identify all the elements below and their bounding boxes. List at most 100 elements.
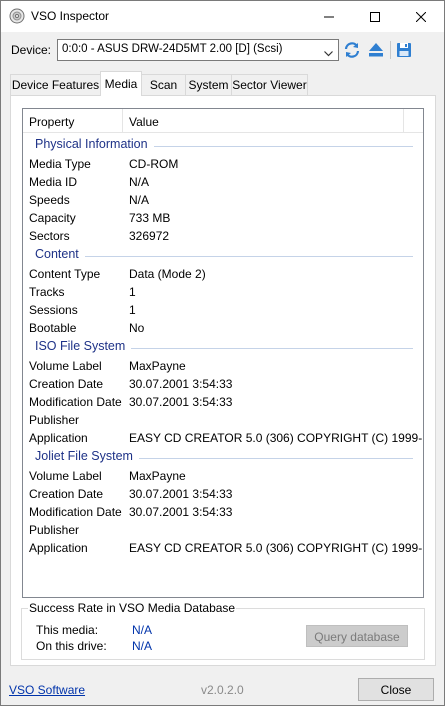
save-icon: [397, 43, 411, 57]
list-header: Property Value: [23, 109, 423, 133]
query-database-button[interactable]: Query database: [306, 625, 408, 647]
column-header-label: Property: [29, 115, 75, 129]
app-window: VSO Inspector Device: 0:0:0 - ASUS DRW-2…: [0, 0, 445, 706]
property-name: Sessions: [29, 303, 78, 317]
property-name: Speeds: [29, 193, 70, 207]
property-name: Media Type: [29, 157, 91, 171]
column-header-label: Value: [129, 115, 159, 129]
list-item[interactable]: Volume Label MaxPayne: [23, 357, 423, 375]
property-name: Content Type: [29, 267, 101, 281]
eject-icon: [369, 43, 383, 57]
save-button[interactable]: [393, 39, 415, 61]
property-name: Modification Date: [29, 505, 122, 519]
group-header[interactable]: Joliet File System: [23, 447, 423, 467]
window-title: VSO Inspector: [31, 9, 110, 23]
list-item[interactable]: Sectors 326972: [23, 227, 423, 245]
device-select[interactable]: 0:0:0 - ASUS DRW-24D5MT 2.00 [D] (Scsi): [57, 39, 339, 61]
property-value: 30.07.2001 3:54:33: [129, 505, 233, 519]
list-item[interactable]: Tracks 1: [23, 283, 423, 301]
tab-system[interactable]: System: [185, 74, 232, 95]
maximize-icon: [370, 11, 380, 22]
group-divider: [85, 256, 413, 257]
property-value: N/A: [129, 175, 150, 189]
property-value: CD-ROM: [129, 157, 179, 171]
eject-button[interactable]: [365, 39, 387, 61]
this-media-value: N/A: [132, 623, 153, 637]
property-name: Publisher: [29, 523, 80, 537]
property-name: Volume Label: [29, 359, 102, 373]
tab-media[interactable]: Media: [100, 71, 142, 96]
list-item[interactable]: Publisher: [23, 411, 423, 429]
property-value: 30.07.2001 3:54:33: [129, 487, 233, 501]
property-value: 1: [129, 303, 136, 317]
media-properties-list[interactable]: Property Value Physical Information Media…: [22, 108, 424, 598]
this-media-label: This media:: [36, 623, 99, 637]
success-rate-title: Success Rate in VSO Media Database: [28, 601, 237, 615]
tab-sector-viewer[interactable]: Sector Viewer: [231, 74, 308, 95]
tab-label: Device Features: [11, 78, 100, 92]
list-item[interactable]: Volume Label MaxPayne: [23, 467, 423, 485]
property-name: Capacity: [29, 211, 76, 225]
list-item[interactable]: Sessions 1: [23, 301, 423, 319]
list-item[interactable]: Capacity 733 MB: [23, 209, 423, 227]
minimize-button[interactable]: [306, 1, 352, 32]
property-value: 733 MB: [129, 211, 171, 225]
property-name: Volume Label: [29, 469, 102, 483]
group-header[interactable]: Content: [23, 245, 423, 265]
property-value: 30.07.2001 3:54:33: [129, 395, 233, 409]
version-label: v2.0.2.0: [201, 683, 244, 697]
group-header-label: Physical Information: [35, 137, 148, 151]
disc-app-icon: [9, 8, 25, 24]
refresh-button[interactable]: [341, 39, 363, 61]
tab-scan[interactable]: Scan: [141, 74, 186, 95]
this-drive-label: On this drive:: [36, 639, 107, 653]
title-bar: VSO Inspector: [1, 1, 444, 32]
list-item[interactable]: Application EASY CD CREATOR 5.0 (306) COP…: [23, 539, 423, 557]
group-header[interactable]: Physical Information: [23, 135, 423, 155]
property-name: Application: [29, 431, 88, 445]
property-name: Creation Date: [29, 487, 104, 501]
device-select-value: 0:0:0 - ASUS DRW-24D5MT 2.00 [D] (Scsi): [62, 43, 283, 55]
list-item[interactable]: Modification Date 30.07.2001 3:54:33: [23, 503, 423, 521]
property-value: 30.07.2001 3:54:33: [129, 377, 233, 391]
tab-label: Scan: [149, 78, 178, 92]
group-divider: [154, 146, 413, 147]
tab-device-features[interactable]: Device Features: [10, 74, 101, 95]
tab-label: Media: [104, 77, 138, 91]
list-item[interactable]: Content Type Data (Mode 2): [23, 265, 423, 283]
property-value: N/A: [129, 193, 150, 207]
list-item[interactable]: Publisher: [23, 521, 423, 539]
property-value: EASY CD CREATOR 5.0 (306) COPYRIGHT (C) …: [129, 431, 424, 445]
close-icon: [416, 11, 426, 22]
group-header[interactable]: ISO File System: [23, 337, 423, 357]
property-value: 326972: [129, 229, 170, 243]
property-name: Sectors: [29, 229, 70, 243]
property-name: Tracks: [29, 285, 65, 299]
list-item[interactable]: Creation Date 30.07.2001 3:54:33: [23, 375, 423, 393]
this-drive-value: N/A: [132, 639, 153, 653]
list-item[interactable]: Speeds N/A: [23, 191, 423, 209]
column-header-property[interactable]: Property: [23, 109, 123, 133]
group-header-label: ISO File System: [35, 339, 126, 353]
group-divider: [131, 348, 413, 349]
vso-software-link[interactable]: VSO Software: [9, 683, 85, 697]
list-item[interactable]: Media ID N/A: [23, 173, 423, 191]
maximize-button[interactable]: [352, 1, 398, 32]
device-label: Device:: [11, 43, 52, 57]
list-item[interactable]: Creation Date 30.07.2001 3:54:33: [23, 485, 423, 503]
list-item[interactable]: Modification Date 30.07.2001 3:54:33: [23, 393, 423, 411]
tab-label: Sector Viewer: [232, 78, 307, 92]
property-name: Creation Date: [29, 377, 104, 391]
property-name: Application: [29, 541, 88, 555]
list-item[interactable]: Media Type CD-ROM: [23, 155, 423, 173]
minimize-icon: [324, 16, 334, 17]
refresh-icon: [344, 42, 360, 58]
property-value: MaxPayne: [129, 469, 186, 483]
window-close-button[interactable]: [398, 1, 444, 32]
column-header-value[interactable]: Value: [123, 109, 404, 133]
success-rate-group: Success Rate in VSO Media Database This …: [21, 601, 425, 660]
property-value: EASY CD CREATOR 5.0 (306) COPYRIGHT (C) …: [129, 541, 424, 555]
list-item[interactable]: Application EASY CD CREATOR 5.0 (306) COP…: [23, 429, 423, 447]
close-button[interactable]: Close: [358, 678, 434, 701]
list-item[interactable]: Bootable No: [23, 319, 423, 337]
